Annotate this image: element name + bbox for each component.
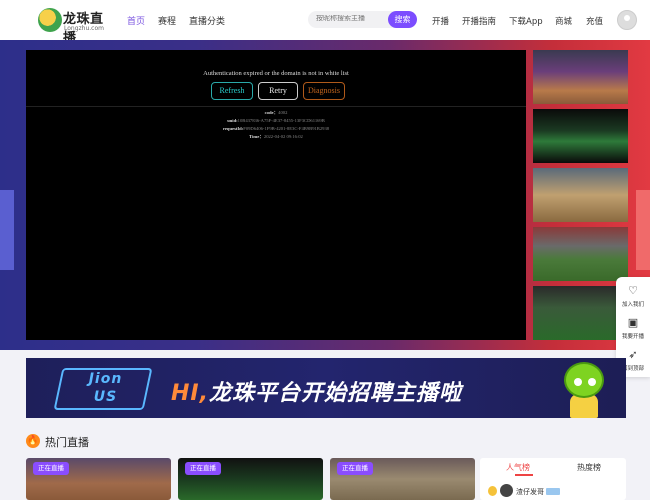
stream-thumbnail[interactable] [533, 286, 628, 340]
recruitment-banner[interactable]: Jion US HI,龙珠平台开始招聘主播啦 [26, 358, 626, 418]
live-card[interactable]: 正在直播 [330, 458, 475, 500]
nav-categories[interactable]: 直播分类 [189, 14, 225, 27]
banner-title: HI,龙珠平台开始招聘主播啦 [171, 375, 462, 407]
stream-thumbnail[interactable] [533, 109, 628, 163]
site-logo[interactable]: 龙珠直播 Longzhu.com [38, 8, 108, 46]
error-code-line: code：4002 [26, 110, 526, 116]
join-us-label: 加入我们 [621, 302, 644, 308]
nav-home[interactable]: 首页 [127, 14, 145, 27]
hot-live-title: 热门直播 [45, 436, 89, 449]
tv-icon: ▣ [627, 316, 639, 329]
banner-title-text: 龙珠平台开始招聘主播啦 [208, 381, 462, 406]
search-button[interactable]: 搜索 [388, 11, 417, 28]
dragon-mascot-icon [556, 360, 612, 418]
uuid-label: uuid: [227, 118, 238, 123]
mascot-head [564, 362, 604, 398]
link-live-guide[interactable]: 开播指南 [462, 15, 496, 27]
code-label: code： [264, 110, 279, 115]
link-download-app[interactable]: 下载App [509, 15, 543, 27]
uuid-line: uuid:10B437836-A75F-4E37-8455-13F3CD6116… [26, 118, 526, 123]
join-us-line1: Jion [88, 371, 123, 387]
live-badge: 正在直播 [337, 462, 373, 475]
streamer-name[interactable]: 渣仔发哥 [516, 487, 544, 497]
active-tab-underline [515, 474, 533, 476]
stream-thumbnail[interactable] [533, 50, 628, 104]
streamer-level-badge [546, 488, 560, 495]
go-live-label: 我要开播 [621, 334, 644, 340]
code-value: 4002 [278, 110, 288, 115]
live-badge: 正在直播 [33, 462, 69, 475]
time-value: 2022-04-02 09:16:02 [263, 134, 303, 139]
tab-popularity-rank[interactable]: 人气榜 [506, 462, 530, 473]
live-badge: 正在直播 [185, 462, 221, 475]
link-shop[interactable]: 商城 [555, 15, 572, 27]
tab-heat-rank[interactable]: 热度榜 [577, 462, 601, 473]
stream-thumbnail[interactable] [533, 227, 628, 281]
stream-thumbnail[interactable] [533, 168, 628, 222]
player-divider [26, 106, 526, 107]
mascot-eye [574, 378, 582, 386]
go-live-button[interactable]: ▣ 我要开播 [616, 316, 650, 341]
requestid-line: requestId:F09D6406-1F9B-4201-8E3C-F4B9B9… [26, 126, 526, 131]
time-line: Time：2022-04-02 09:16:02 [26, 134, 526, 140]
top-header: 龙珠直播 Longzhu.com 首页 赛程 直播分类 搜索 开播 开播指南 下… [0, 0, 650, 46]
hero-right-decoration [636, 190, 650, 270]
uuid-value: 10B437836-A75F-4E37-8455-13F3CD61169B [237, 118, 325, 123]
nav-schedule[interactable]: 赛程 [158, 14, 176, 27]
user-avatar[interactable] [617, 10, 637, 30]
hero-section: Authentication expired or the domain is … [0, 40, 650, 350]
refresh-button[interactable]: Refresh [211, 82, 253, 100]
logo-domain: Longzhu.com [64, 25, 104, 32]
join-us-graphic: Jion US [53, 368, 153, 410]
heart-handshake-icon: ♡ [628, 284, 638, 297]
link-recharge[interactable]: 充值 [586, 15, 603, 27]
hero-left-decoration [0, 190, 14, 270]
fire-icon: 🔥 [26, 434, 40, 448]
video-player[interactable]: Authentication expired or the domain is … [26, 50, 526, 340]
live-card[interactable]: 正在直播 [26, 458, 171, 500]
link-go-live[interactable]: 开播 [432, 15, 449, 27]
time-label: Time： [249, 134, 264, 139]
join-us-button[interactable]: ♡ 加入我们 [616, 284, 650, 309]
retry-button[interactable]: Retry [258, 82, 298, 100]
requestid-label: requestId: [222, 126, 244, 131]
medal-icon [488, 486, 497, 496]
rocket-icon: ➶ [628, 348, 638, 361]
stream-thumbnail-list [533, 50, 628, 340]
requestid-value: F09D6406-1F9B-4201-8E3C-F4B9B91B2938 [243, 126, 330, 131]
banner-title-hi: HI, [171, 381, 209, 406]
diagnosis-button[interactable]: Diagnosis [303, 82, 345, 100]
player-error-message: Authentication expired or the domain is … [203, 70, 349, 77]
join-us-line2: US [93, 389, 118, 405]
live-card[interactable]: 正在直播 [178, 458, 323, 500]
mascot-eye [588, 378, 596, 386]
search-input[interactable] [316, 15, 386, 22]
ranking-panel: 人气榜 热度榜 渣仔发哥 [480, 458, 626, 500]
logo-mascot-icon [38, 8, 62, 32]
streamer-avatar[interactable] [500, 484, 513, 497]
